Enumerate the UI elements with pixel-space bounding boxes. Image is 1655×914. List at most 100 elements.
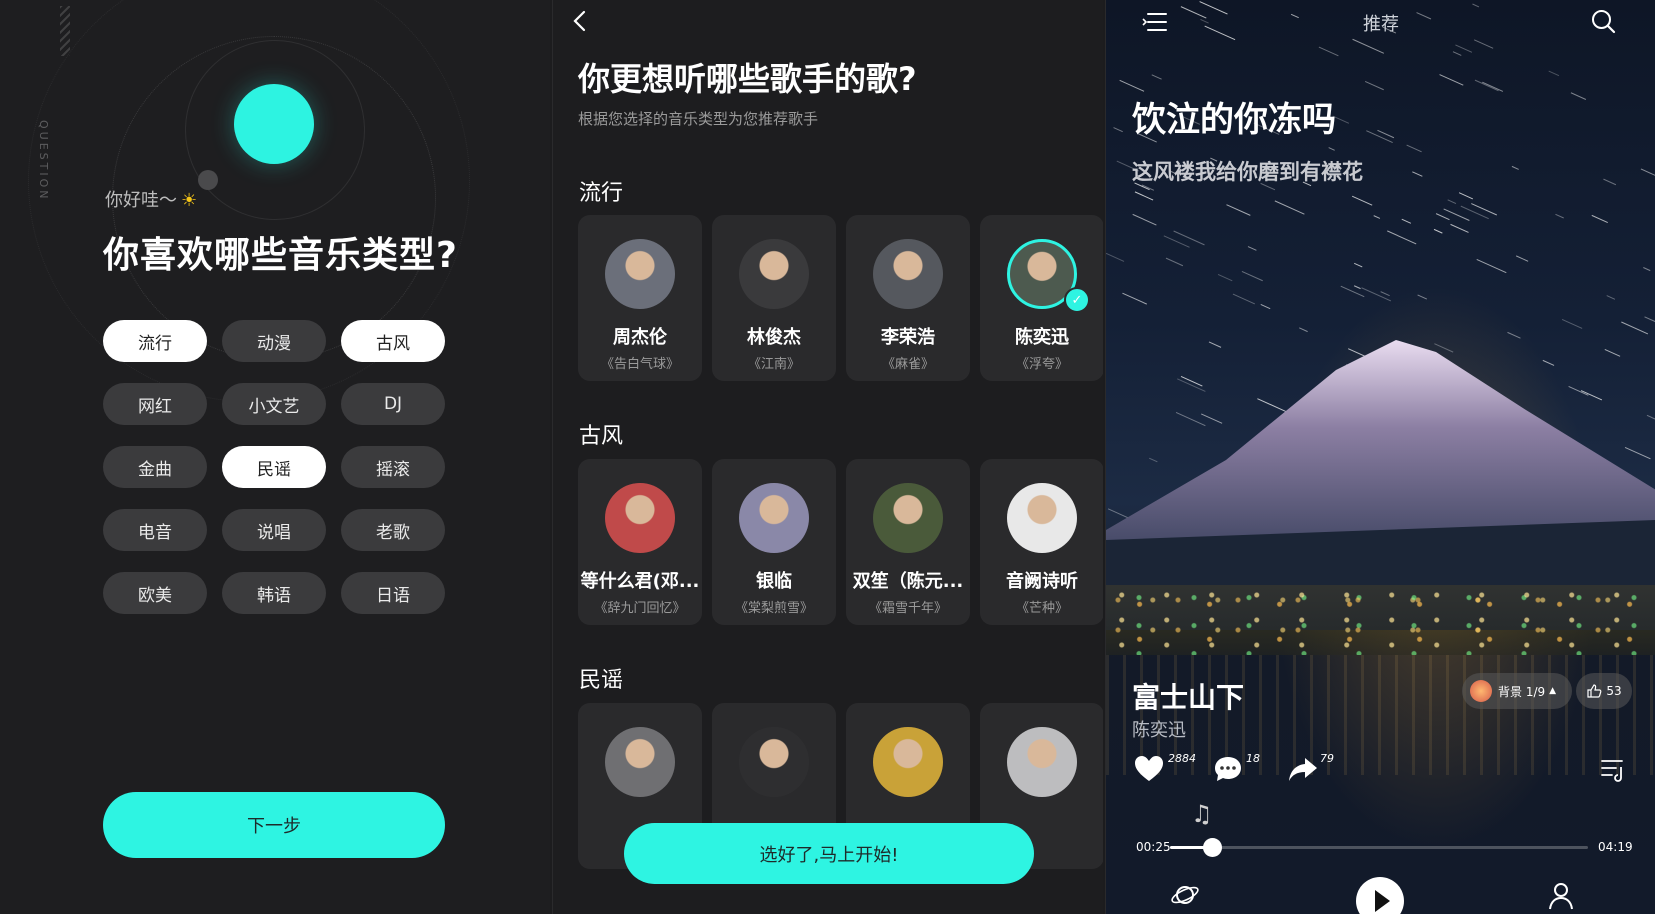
star-trail xyxy=(1106,252,1125,262)
genre-chip[interactable]: 日语 xyxy=(341,572,445,614)
star-trail xyxy=(1450,223,1469,233)
playlist-icon[interactable] xyxy=(1600,757,1628,783)
artist-name: 周杰伦 xyxy=(613,327,667,348)
artist-avatar xyxy=(605,239,675,309)
question-vertical-label: QUESTION xyxy=(37,120,50,202)
thumbs-up-icon xyxy=(1587,684,1602,698)
artist-name: 陈奕迅 xyxy=(1015,327,1069,348)
star-trail xyxy=(1364,80,1384,91)
city-lights xyxy=(1106,585,1655,655)
genre-chip[interactable]: 说唱 xyxy=(222,509,326,551)
next-step-button[interactable]: 下一步 xyxy=(103,792,445,858)
star-trail xyxy=(1241,270,1263,282)
artist-avatar xyxy=(1007,727,1077,797)
star-trail xyxy=(1217,273,1233,282)
progress-slider[interactable] xyxy=(1170,838,1588,857)
profile-icon[interactable] xyxy=(1546,880,1576,910)
check-icon: ✓ xyxy=(1064,287,1090,313)
genre-chip[interactable]: 欧美 xyxy=(103,572,207,614)
star-trail xyxy=(1433,228,1443,234)
star-trail xyxy=(1353,262,1363,268)
start-button[interactable]: 选好了,马上开始! xyxy=(624,823,1034,884)
genre-chip[interactable]: 动漫 xyxy=(222,320,326,362)
genre-chip[interactable]: 民谣 xyxy=(222,446,326,488)
artist-card[interactable]: 周杰伦 《告白气球》 xyxy=(578,215,702,381)
genre-chip-grid: 流行 动漫 古风网红 小文艺 DJ 金曲 民谣 摇滚电音 说唱 老歌欧美 韩语 日语 xyxy=(103,320,453,614)
artist-card[interactable]: 音阙诗听 《芒种》 xyxy=(980,459,1103,625)
star-trail xyxy=(1351,195,1373,206)
music-note-icon: ♫ xyxy=(1191,800,1213,828)
star-trail xyxy=(1570,92,1587,100)
song-artist[interactable]: 陈奕迅 xyxy=(1132,716,1186,742)
artist-avatar xyxy=(605,727,675,797)
star-trail xyxy=(1165,257,1184,267)
star-trail xyxy=(1412,171,1423,177)
genre-chip[interactable]: 流行 xyxy=(103,320,207,362)
star-trail xyxy=(1515,255,1529,262)
star-trail xyxy=(1472,3,1480,8)
artist-song: 《辞九门回忆》 xyxy=(594,601,686,616)
play-button[interactable] xyxy=(1356,877,1404,914)
comment-icon[interactable] xyxy=(1211,752,1245,786)
star-trail xyxy=(1406,144,1422,153)
artist-song: 《霜雪千年》 xyxy=(868,601,947,616)
heart-icon[interactable] xyxy=(1132,752,1166,786)
artist-song: 《麻雀》 xyxy=(881,357,934,372)
artist-card[interactable]: 双笙（陈元... 《霜雪千年》 xyxy=(846,459,970,625)
background-like-button[interactable]: 53 xyxy=(1576,673,1632,709)
artist-name: 音阙诗听 xyxy=(1006,571,1078,592)
artist-selection-screen: 你更想听哪些歌手的歌? 根据您选择的音乐类型为您推荐歌手 流行 周杰伦 《告白气球… xyxy=(552,0,1103,914)
artist-song: 《芒种》 xyxy=(1015,601,1068,616)
like-count: 53 xyxy=(1606,684,1622,698)
genre-chip[interactable]: 电音 xyxy=(103,509,207,551)
genre-question-screen: QUESTION 你好哇～ ☀ 你喜欢哪些音乐类型? 流行 动漫 古风 网红 小文艺 DJ 金… xyxy=(0,0,550,914)
background-switcher[interactable]: 背景 1/9 ▲ xyxy=(1462,673,1572,709)
star-trail xyxy=(1353,285,1361,290)
genre-chip[interactable]: 摇滚 xyxy=(341,446,445,488)
discover-planet-icon[interactable] xyxy=(1170,880,1200,910)
star-trail xyxy=(1476,258,1507,274)
star-trail xyxy=(1366,130,1393,143)
star-trail xyxy=(1151,74,1162,80)
star-trail xyxy=(1548,70,1560,77)
artist-card[interactable]: 林俊杰 《江南》 xyxy=(712,215,836,381)
star-trail xyxy=(1247,246,1257,251)
star-trail xyxy=(1640,168,1655,176)
search-icon[interactable] xyxy=(1590,8,1616,34)
progress-knob[interactable] xyxy=(1202,838,1222,857)
star-trail xyxy=(1387,230,1417,245)
song-title: 富士山下 xyxy=(1132,681,1245,714)
genre-chip[interactable]: DJ xyxy=(341,383,445,425)
lyric-next-line: 这风褛我给你磨到有襟花 xyxy=(1132,160,1363,184)
genre-chip[interactable]: 网红 xyxy=(103,383,207,425)
genre-chip[interactable]: 古风 xyxy=(341,320,445,362)
star-trail xyxy=(1401,218,1412,224)
greeting-text: 你好哇～ xyxy=(105,190,177,211)
artist-card[interactable]: 银临 《棠梨煎雪》 xyxy=(712,459,836,625)
artist-card[interactable]: 李荣浩 《麻雀》 xyxy=(846,215,970,381)
section-title-pop: 流行 xyxy=(579,181,624,206)
artist-name: 林俊杰 xyxy=(747,327,801,348)
star-trail xyxy=(1474,79,1499,92)
artist-card[interactable]: ✓ 陈奕迅 《浮夸》 xyxy=(980,215,1103,381)
star-trail xyxy=(1163,235,1190,248)
tab-recommend[interactable]: 推荐 xyxy=(1106,10,1655,36)
mountain-background xyxy=(1106,340,1655,630)
artist-avatar xyxy=(1007,483,1077,553)
star-trail xyxy=(1113,127,1123,133)
player-screen: 推荐 饮泣的你冻吗 这风褛我给你磨到有襟花 富士山下 陈奕迅 背景 1/9 ▲ … xyxy=(1105,0,1655,914)
artist-row-ancient: 等什么君(邓... 《辞九门回忆》 银临 《棠梨煎雪》 双笙（陈元... 《霜雪千年》音阙… xyxy=(578,459,1103,625)
time-current: 00:25 xyxy=(1136,840,1171,854)
genre-chip[interactable]: 老歌 xyxy=(341,509,445,551)
star-trail xyxy=(1603,178,1617,186)
artist-card[interactable]: 等什么君(邓... 《辞九门回忆》 xyxy=(578,459,702,625)
star-trail xyxy=(1482,81,1504,92)
genre-chip[interactable]: 小文艺 xyxy=(222,383,326,425)
comment-count: 18 xyxy=(1246,752,1260,765)
genre-chip[interactable]: 金曲 xyxy=(103,446,207,488)
star-trail xyxy=(1226,204,1251,216)
greeting: 你好哇～ ☀ xyxy=(105,186,197,212)
back-chevron-icon[interactable] xyxy=(567,8,593,34)
genre-chip[interactable]: 韩语 xyxy=(222,572,326,614)
share-icon[interactable] xyxy=(1286,752,1320,786)
